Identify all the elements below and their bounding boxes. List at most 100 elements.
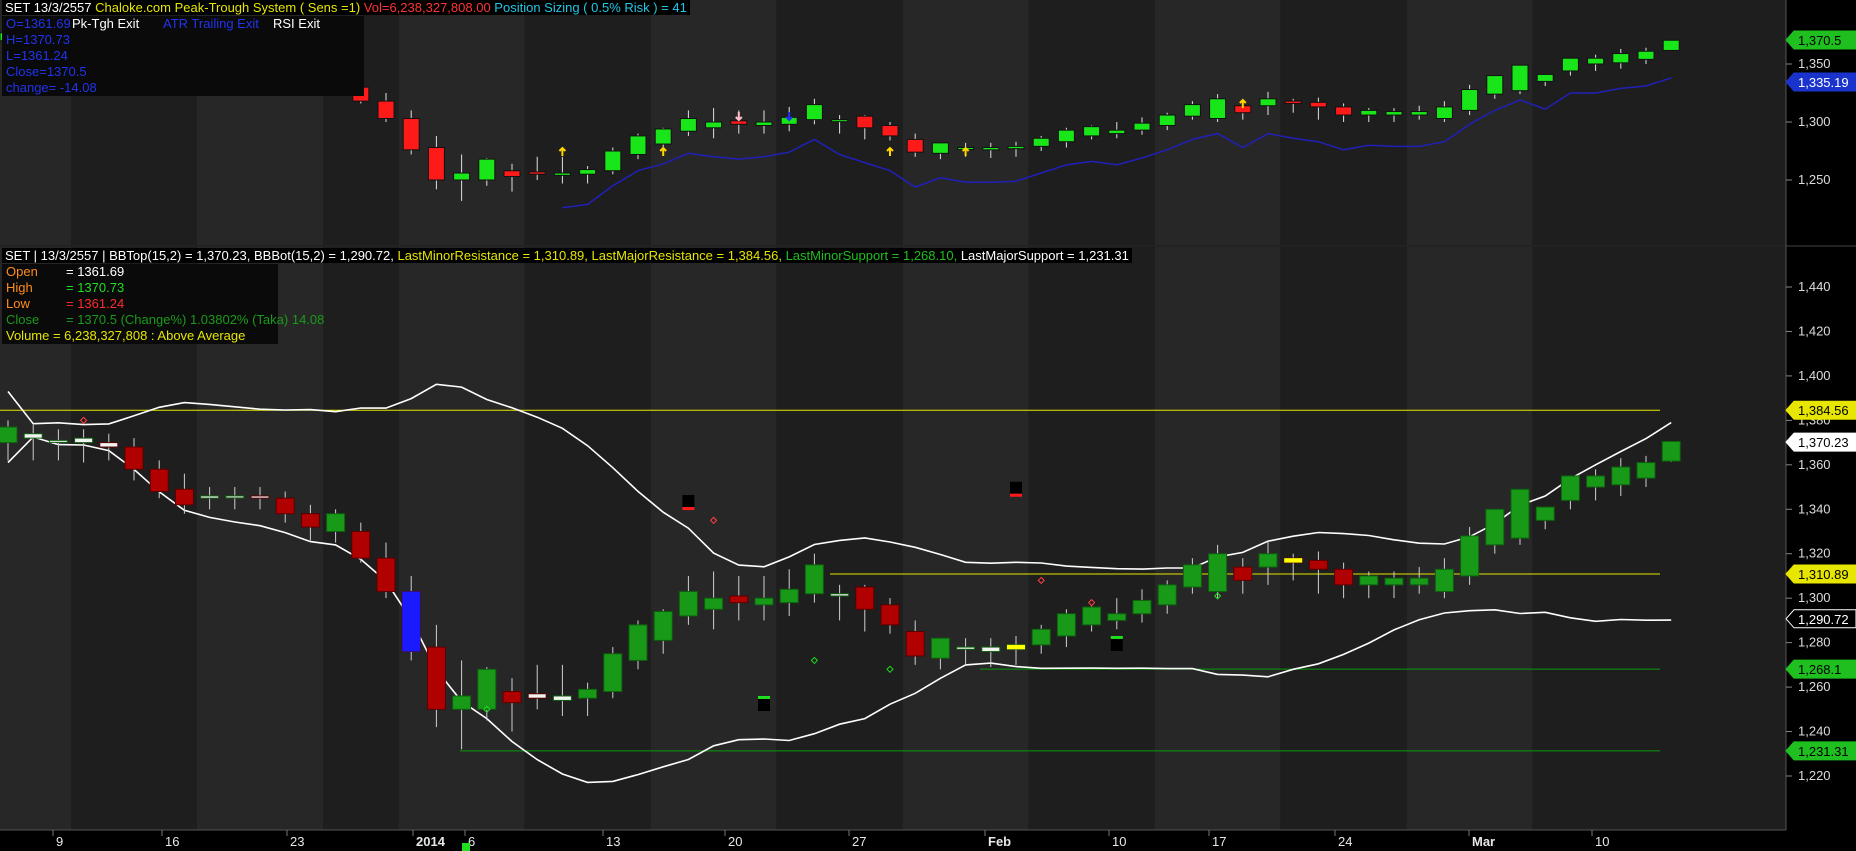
bottom-candle-body — [1510, 488, 1530, 539]
bottom-y-tick-label: 1,320 — [1798, 546, 1831, 561]
volume-block-marker — [1010, 493, 1022, 497]
bottom-candle-body — [527, 693, 547, 699]
bottom-candle-body — [830, 593, 850, 597]
minor-resistance-badge-label: 1,310.89 — [1798, 567, 1849, 582]
bottom-candle-body — [300, 513, 320, 528]
bottom-candle-body — [1107, 613, 1127, 621]
bottom-candle-body — [578, 688, 598, 699]
bottom-candle-body — [754, 597, 774, 606]
x-axis-label: 24 — [1338, 834, 1352, 849]
bottom-candle-body — [1359, 575, 1379, 586]
highlight-candle — [402, 591, 421, 652]
bottom-candle-body — [1460, 535, 1480, 577]
bottom-candle-body — [376, 557, 396, 593]
bottom-candle-body — [1258, 553, 1278, 568]
bottom-y-tick-label: 1,420 — [1798, 323, 1831, 338]
bottom-candle-body — [1560, 475, 1580, 501]
bottom-candle-body — [1409, 577, 1429, 586]
bottom-candle-body — [174, 488, 194, 506]
x-axis-label: Feb — [988, 834, 1011, 849]
top-y-tick-label: 1,300 — [1798, 114, 1831, 129]
top-close-badge-label: 1,370.5 — [1798, 33, 1841, 48]
bottom-week-band — [524, 247, 651, 830]
bottom-candle-body — [48, 439, 68, 443]
bottom-bb-values: SET | 13/3/2557 | BBTop(15,2) = 1,370.23… — [5, 248, 394, 263]
bottom-candle-body — [1334, 568, 1354, 586]
bottom-candle-body — [653, 611, 673, 641]
top-candle-body — [1133, 122, 1151, 131]
top-candle-body — [1007, 145, 1025, 150]
bottom-candle-body — [729, 595, 749, 604]
x-axis-label: 23 — [290, 834, 304, 849]
top-candle-body — [1158, 114, 1176, 126]
info-high-value: = 1370.73 — [66, 280, 125, 295]
bottom-candle-body — [1132, 599, 1152, 615]
major-resistance-label: LastMajorResistance = 1,384.56, — [591, 248, 782, 263]
bottom-candle-body — [250, 495, 270, 499]
top-candle-body — [805, 104, 823, 121]
bottom-candle-body — [1636, 462, 1656, 479]
x-axis-label: 2014 — [416, 834, 446, 849]
bottom-candle-body — [1384, 577, 1404, 586]
bottom-candle-body — [1233, 566, 1253, 581]
minor-resistance-label: LastMinorResistance = 1,310.89, — [397, 248, 588, 263]
bottom-week-band — [776, 247, 903, 830]
top-week-band — [1028, 0, 1155, 245]
chart-canvas[interactable]: 1,3501,3001,250 1,4401,4201,4001,3801,36… — [0, 0, 1856, 851]
top-candle-body — [881, 124, 899, 137]
bottom-candle-body — [1157, 584, 1177, 606]
bottom-candle-body — [552, 695, 572, 701]
bottom-candle-body — [1586, 475, 1606, 488]
bottom-candle-body — [855, 586, 875, 610]
top-system-name: Chaloke.com Peak-Trough System ( Sens =1… — [95, 0, 361, 15]
info-high-label: High — [6, 280, 33, 295]
bottom-candle-body — [149, 468, 169, 492]
bottom-candle-body — [452, 695, 472, 710]
top-week-band — [902, 0, 1029, 245]
top-week-band — [1406, 0, 1533, 245]
bottom-candle-body — [477, 668, 497, 710]
minor-support-label: LastMinorSupport = 1,268.10, — [785, 248, 958, 263]
top-candle-body — [1083, 126, 1101, 137]
top-candle-body — [1032, 137, 1050, 147]
x-axis-label: Mar — [1472, 834, 1495, 849]
highlight-candle — [1284, 558, 1303, 563]
top-candle-body — [503, 170, 521, 178]
bottom-candle-body — [200, 495, 220, 499]
top-header: SET 13/3/2557 Chaloke.com Peak-Trough Sy… — [2, 0, 690, 15]
top-candle-body — [528, 171, 546, 175]
top-candle-body — [1360, 109, 1378, 116]
info-close-value: = 1370.5 (Change%) 1.03802% (Taka) 14.08 — [66, 312, 325, 327]
top-candle-body — [1461, 89, 1479, 111]
exit-rsi: RSI Exit — [273, 16, 320, 31]
top-low: L=1361.24 — [6, 48, 68, 63]
top-candle-body — [1435, 106, 1453, 120]
highlight-candle — [1007, 644, 1025, 650]
bottom-candle-body — [905, 631, 925, 657]
bottom-candle-body — [1485, 508, 1505, 546]
top-candle-body — [402, 118, 420, 151]
bottom-candle-body — [1082, 606, 1102, 626]
volume-block-marker — [682, 507, 695, 511]
bottom-candle-body — [23, 433, 43, 439]
top-candle-body — [1587, 57, 1605, 65]
top-candle-body — [1057, 129, 1075, 143]
top-candle-body — [478, 158, 496, 181]
volume-block — [682, 495, 695, 508]
bottom-candle-body — [99, 442, 119, 448]
bottom-y-tick-label: 1,440 — [1798, 279, 1831, 294]
top-candle-body — [1259, 98, 1277, 107]
top-candle-body — [579, 169, 597, 175]
top-candle-body — [1561, 57, 1579, 72]
top-week-band — [524, 0, 651, 245]
volume-block — [758, 698, 770, 711]
bottom-candle-body — [1031, 628, 1051, 646]
top-trail-badge-label: 1,335.19 — [1798, 75, 1849, 90]
exit-atr-trailing: ATR Trailing Exit — [163, 16, 259, 31]
top-volume: Vol=6,238,327,808.00 — [363, 0, 491, 15]
top-candle-body — [654, 128, 672, 145]
top-candle-body — [377, 100, 395, 120]
top-candle-body — [427, 147, 445, 181]
top-y-tick-label: 1,350 — [1798, 56, 1831, 71]
bottom-candle-body — [880, 604, 900, 626]
